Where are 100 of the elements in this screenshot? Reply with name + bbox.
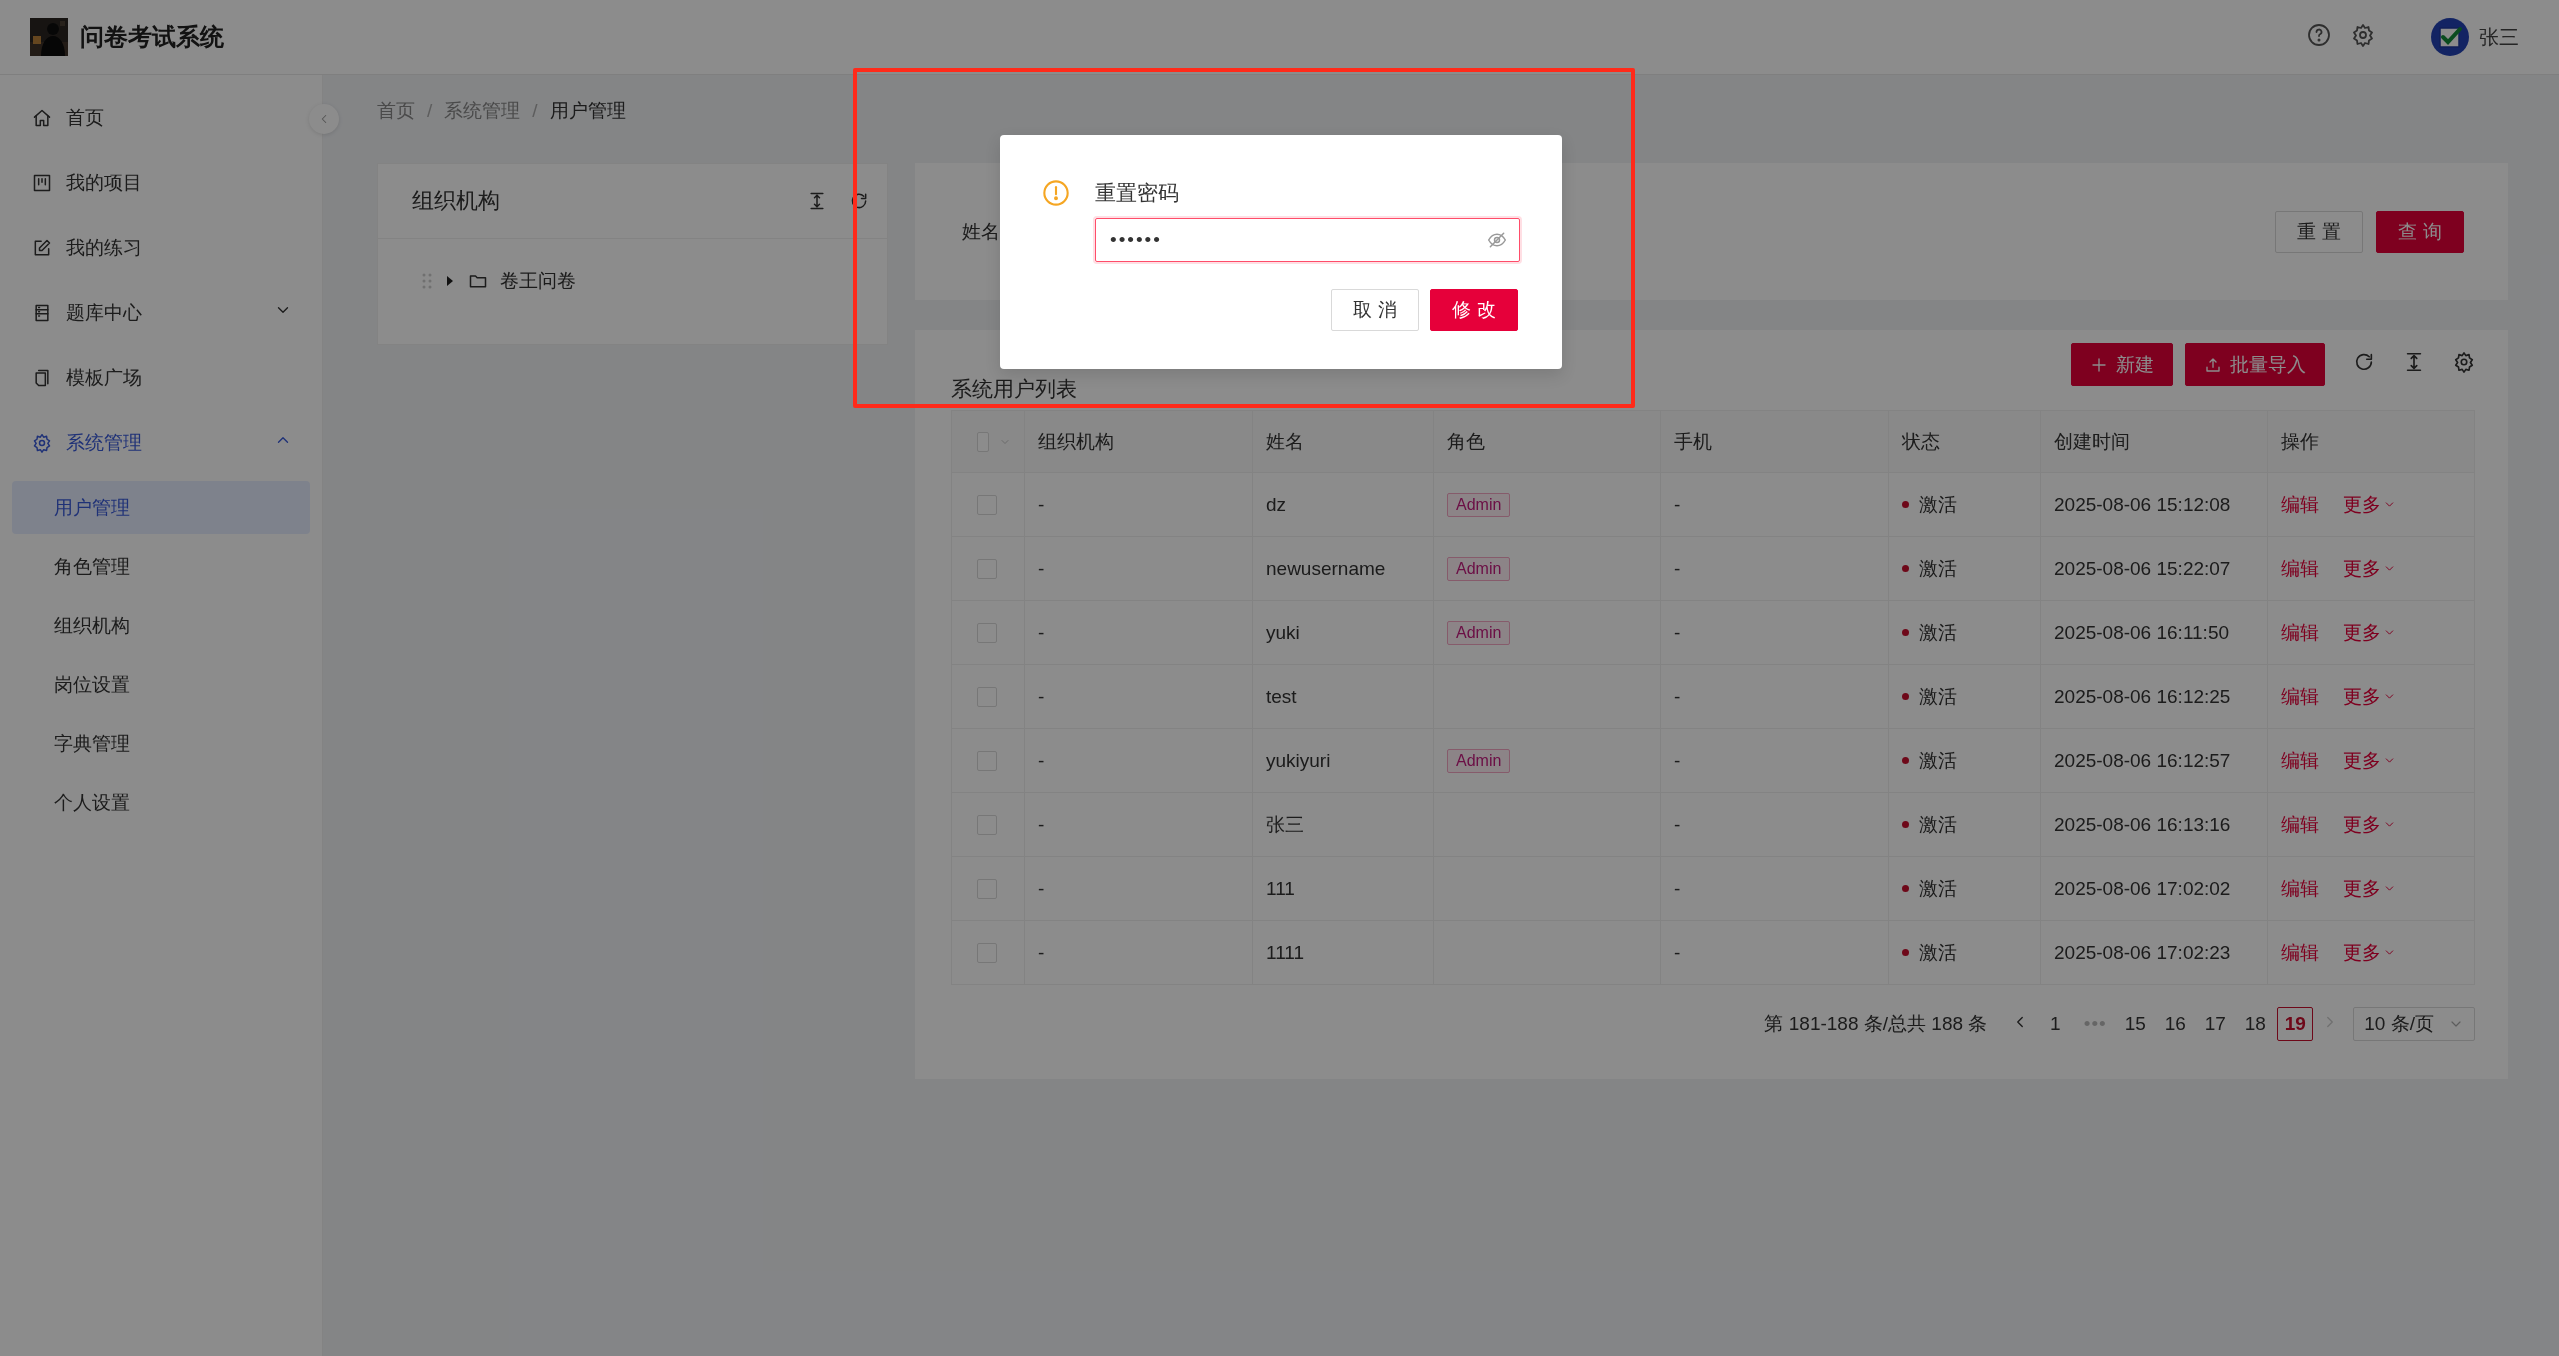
user-name[interactable]: 张三	[2479, 23, 2519, 51]
more-link[interactable]: 更多	[2343, 747, 2396, 774]
password-field[interactable]: ••••••	[1095, 218, 1520, 262]
import-button[interactable]: 批量导入	[2185, 343, 2325, 386]
menu-item[interactable]: 模板广场	[0, 345, 300, 410]
edit-link[interactable]: 编辑	[2281, 619, 2319, 646]
role-tag: Admin	[1447, 748, 1511, 773]
menu-item[interactable]: 首页	[0, 85, 300, 150]
avatar-icon[interactable]	[2431, 18, 2469, 56]
breadcrumb-link[interactable]: 首页	[377, 98, 415, 124]
edit-link[interactable]: 编辑	[2281, 491, 2319, 518]
status-text: 激活	[1919, 556, 1957, 581]
more-link[interactable]: 更多	[2343, 491, 2396, 518]
page-button[interactable]: 19	[2277, 1007, 2314, 1041]
status-text: 激活	[1919, 940, 1957, 965]
more-link[interactable]: 更多	[2343, 939, 2396, 966]
submenu-item[interactable]: 个人设置	[12, 776, 310, 829]
edit-link[interactable]: 编辑	[2281, 939, 2319, 966]
edit-link[interactable]: 编辑	[2281, 555, 2319, 582]
table-cell: 2025-08-06 16:11:50	[2041, 601, 2268, 665]
table-cell: yuki	[1253, 601, 1434, 665]
page-button[interactable]: 16	[2157, 1007, 2194, 1041]
menu-item[interactable]: 我的项目	[0, 150, 300, 215]
page-button[interactable]: 18	[2237, 1007, 2274, 1041]
drag-handle-icon	[422, 272, 432, 290]
confirm-button[interactable]: 修改	[1430, 289, 1518, 331]
breadcrumb-link[interactable]: 系统管理	[444, 98, 521, 124]
column-header: 创建时间	[2041, 411, 2268, 473]
edit-link[interactable]: 编辑	[2281, 875, 2319, 902]
role-tag: Admin	[1447, 620, 1511, 645]
more-link[interactable]: 更多	[2343, 875, 2396, 902]
page-button[interactable]: 1	[2037, 1007, 2074, 1041]
status-dot	[1902, 565, 1909, 572]
upload-icon	[2204, 355, 2222, 374]
tree-node[interactable]: 卷王问卷	[422, 261, 576, 301]
table-cell: yukiyuri	[1253, 729, 1434, 793]
table-cell: -	[1025, 665, 1253, 729]
edit-link[interactable]: 编辑	[2281, 811, 2319, 838]
table-cell: 2025-08-06 16:12:57	[2041, 729, 2268, 793]
submenu-item[interactable]: 岗位设置	[12, 658, 310, 711]
more-link[interactable]: 更多	[2343, 811, 2396, 838]
reset-button[interactable]: 重置	[2275, 210, 2364, 253]
table-cell: -	[1025, 857, 1253, 921]
role-tag: Admin	[1447, 556, 1511, 581]
edit-icon	[32, 237, 52, 258]
reload-icon[interactable]	[2353, 351, 2375, 373]
plus-icon	[2090, 355, 2108, 374]
edit-link[interactable]: 编辑	[2281, 683, 2319, 710]
status-text: 激活	[1919, 812, 1957, 837]
table-cell: -	[1661, 601, 1889, 665]
eye-off-icon[interactable]	[1487, 230, 1507, 250]
settings-icon[interactable]	[2351, 22, 2375, 47]
settings-icon[interactable]	[2453, 351, 2475, 373]
collapse-button[interactable]	[309, 104, 339, 134]
more-link[interactable]: 更多	[2343, 683, 2396, 710]
page-size-select[interactable]: 10 条/页	[2353, 1007, 2475, 1041]
edit-link[interactable]: 编辑	[2281, 747, 2319, 774]
board-icon	[32, 172, 52, 193]
table-cell: test	[1253, 665, 1434, 729]
table-cell: -	[1661, 729, 1889, 793]
status-dot	[1902, 949, 1909, 956]
table-cell: -	[1025, 921, 1253, 985]
menu-item[interactable]: 我的练习	[0, 215, 300, 280]
table-cell: -	[1025, 601, 1253, 665]
column-header: 姓名	[1253, 411, 1434, 473]
app-title: 问卷考试系统	[80, 22, 224, 52]
submenu-item[interactable]: 用户管理	[12, 481, 310, 534]
cancel-button[interactable]: 取消	[1331, 289, 1420, 331]
table-cell: -	[1661, 793, 1889, 857]
status-text: 激活	[1919, 748, 1957, 773]
table-cell: 张三	[1253, 793, 1434, 857]
status-dot	[1902, 821, 1909, 828]
search-button[interactable]: 查询	[2376, 210, 2464, 253]
column-height-icon[interactable]	[807, 191, 827, 211]
submenu-item[interactable]: 角色管理	[12, 540, 310, 593]
menu-item[interactable]: 题库中心	[0, 280, 300, 345]
menu-item[interactable]: 系统管理	[0, 410, 300, 475]
status-text: 激活	[1919, 876, 1957, 901]
submenu-item[interactable]: 字典管理	[12, 717, 310, 770]
page-button[interactable]: 17	[2197, 1007, 2234, 1041]
status-dot	[1902, 629, 1909, 636]
reload-icon[interactable]	[849, 191, 869, 211]
table-cell: -	[1025, 473, 1253, 537]
breadcrumb-separator: /	[427, 100, 433, 122]
new-button[interactable]: 新建	[2071, 343, 2173, 386]
table-cell: -	[1661, 665, 1889, 729]
page-button[interactable]: 15	[2117, 1007, 2154, 1041]
list-icon	[32, 302, 52, 323]
table-cell: dz	[1253, 473, 1434, 537]
table-cell: 2025-08-06 15:12:08	[2041, 473, 2268, 537]
table-cell: 2025-08-06 16:13:16	[2041, 793, 2268, 857]
more-link[interactable]: 更多	[2343, 555, 2396, 582]
column-header: 状态	[1889, 411, 2041, 473]
table-cell: -	[1661, 921, 1889, 985]
submenu-item[interactable]: 组织机构	[12, 599, 310, 652]
breadcrumb-separator: /	[532, 100, 538, 122]
help-icon[interactable]	[2307, 22, 2331, 47]
table-cell: -	[1661, 857, 1889, 921]
more-link[interactable]: 更多	[2343, 619, 2396, 646]
table-cell: 2025-08-06 17:02:23	[2041, 921, 2268, 985]
